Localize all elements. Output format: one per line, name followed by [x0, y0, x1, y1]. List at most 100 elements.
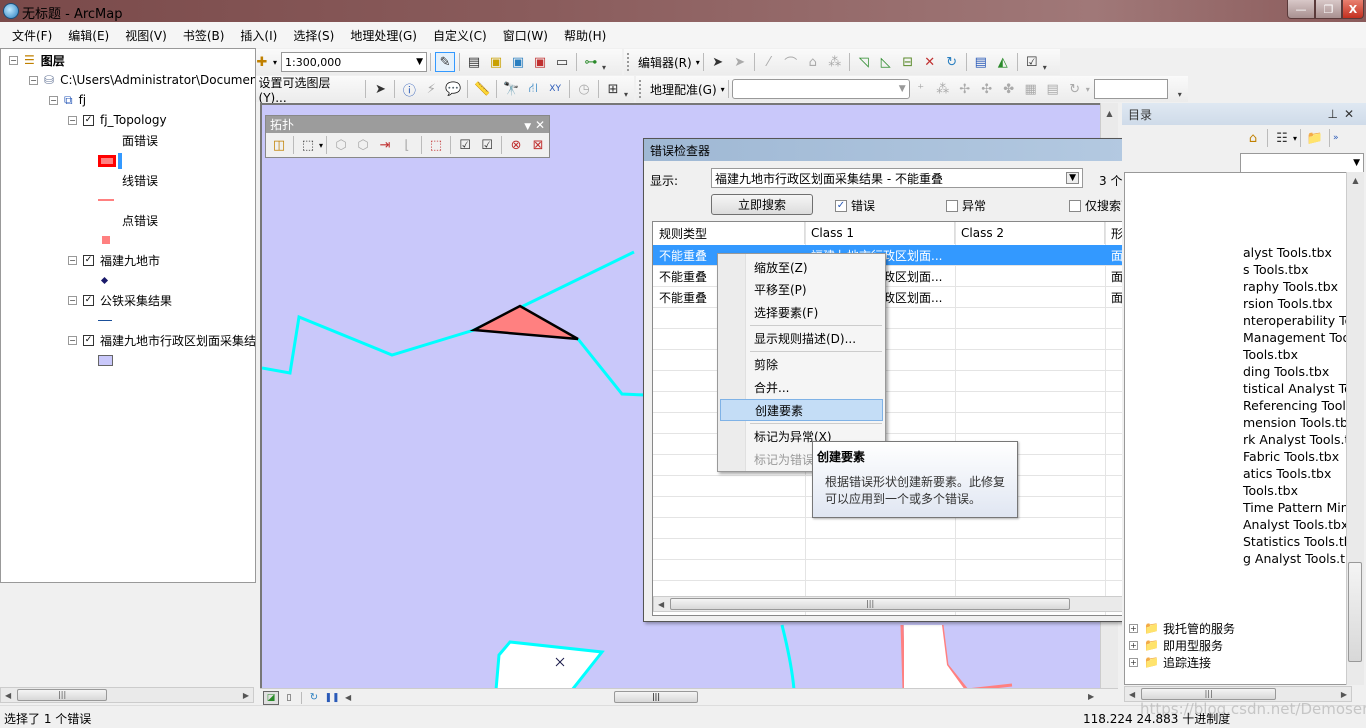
close-icon[interactable]: ✕ — [1344, 107, 1360, 121]
toolbox-item[interactable]: Tools.tbx — [1243, 347, 1298, 362]
search-now-button[interactable]: 立即搜索 — [711, 194, 813, 215]
link-table-icon[interactable]: ▤ — [1043, 79, 1063, 99]
toolbar-grip[interactable] — [627, 53, 631, 71]
model-builder-icon[interactable]: ⊶ — [581, 52, 601, 72]
reshape-feature-icon[interactable]: ◺ — [876, 52, 896, 72]
catalog-folder-tracking[interactable]: + 📁 追踪连接 — [1129, 653, 1211, 671]
editor-dropdown-icon[interactable]: ▾ — [696, 58, 700, 67]
toolbox-item[interactable]: rk Analyst Tools.tbx — [1243, 432, 1351, 447]
pin-icon[interactable]: ⊥ — [1327, 107, 1343, 121]
maximize-button[interactable]: ❐ — [1315, 0, 1342, 19]
map-scrollbar-thumb[interactable]: ||| — [614, 691, 698, 703]
collapse-icon[interactable]: − — [68, 335, 77, 345]
georeferencing-dropdown-icon[interactable]: ▾ — [721, 85, 725, 94]
layer-visibility-checkbox[interactable]: ✓ — [83, 294, 94, 306]
align-edge-icon[interactable]: ⇥ — [375, 135, 395, 155]
layer-visibility-checkbox[interactable]: ✓ — [83, 334, 94, 346]
sketch-properties-icon[interactable]: ◭ — [993, 52, 1013, 72]
rotate-icon[interactable]: ↻ — [1065, 79, 1085, 99]
toolbar-options-icon[interactable]: ▾ — [1178, 79, 1188, 99]
table-of-contents-icon[interactable]: ▤ — [464, 52, 484, 72]
layer-visibility-checkbox[interactable]: ✓ — [83, 114, 94, 126]
rotate-tool-icon[interactable]: ↻ — [942, 52, 962, 72]
scroll-left-icon[interactable]: ◀ — [5, 691, 11, 700]
point-tool-icon[interactable]: ⁂ — [825, 52, 845, 72]
menu-selection[interactable]: 选择(S) — [287, 27, 340, 44]
select-elements-icon[interactable]: ➤ — [370, 79, 390, 99]
menu-file[interactable]: 文件(F) — [6, 27, 58, 44]
scrollbar-thumb[interactable]: ||| — [670, 598, 1071, 610]
catalog-home-icon[interactable]: ⌂ — [1243, 128, 1263, 148]
layer-topology[interactable]: − ✓ fj_Topology — [68, 111, 167, 129]
hyperlink-icon[interactable]: ⚡ — [421, 79, 441, 99]
georeferencing-input[interactable] — [1093, 79, 1168, 99]
attributes-icon[interactable]: ▤ — [971, 52, 991, 72]
rotate-dropdown-icon[interactable]: ▾ — [1086, 85, 1090, 94]
toolbar-options-icon[interactable]: ▾ — [624, 79, 634, 99]
column-header-class2[interactable]: Class 2 — [955, 222, 1105, 244]
georeferencing-layer-combo[interactable]: ▼ — [731, 79, 910, 99]
view-dropdown-icon[interactable]: ▾ — [1293, 134, 1297, 143]
reshape-edge-icon[interactable]: ⬡ — [353, 135, 373, 155]
refresh-icon[interactable]: ↻ — [306, 691, 322, 705]
toolbox-item[interactable]: ding Tools.tbx — [1243, 364, 1329, 379]
scroll-left-icon[interactable]: ◀ — [1129, 690, 1135, 699]
identify-icon[interactable]: ⓘ — [399, 79, 419, 99]
scroll-right-icon[interactable]: ▶ — [1088, 692, 1094, 701]
expand-icon[interactable]: + — [1129, 657, 1138, 667]
edit-vertices-icon[interactable]: ◹ — [854, 52, 874, 72]
pause-drawing-icon[interactable]: ❚❚ — [324, 691, 340, 705]
dataset-node[interactable]: − ⧉ fj — [49, 91, 86, 109]
scroll-right-icon[interactable]: ▶ — [1341, 690, 1347, 699]
show-shared-features-icon[interactable]: ⬚ — [426, 135, 446, 155]
select-topology-icon[interactable]: ◫ — [269, 135, 289, 155]
topology-edit-dropdown-icon[interactable]: ▾ — [319, 141, 323, 150]
layers-root[interactable]: − ☰ 图层 — [9, 51, 65, 69]
toolbox-item[interactable]: rsion Tools.tbx — [1243, 296, 1333, 311]
add-data-dropdown-icon[interactable]: ▾ — [273, 58, 277, 67]
scrollbar-thumb[interactable] — [1348, 562, 1362, 662]
menu-insert[interactable]: 插入(I) — [234, 27, 283, 44]
menu-windows[interactable]: 窗口(W) — [497, 27, 554, 44]
toolbox-item[interactable]: tistical Analyst To — [1243, 381, 1351, 396]
fix-topology-error-icon[interactable]: ⊗ — [506, 135, 526, 155]
rotate-raster-icon[interactable]: ✢ — [955, 79, 975, 99]
toolbox-item[interactable]: Time Pattern Mini — [1243, 500, 1351, 515]
menu-item-subtract[interactable]: 剪除 — [720, 353, 883, 375]
validate-topology-visible-icon[interactable]: ☑ — [477, 135, 497, 155]
toolbar-options-icon[interactable]: ▾ — [602, 52, 612, 72]
catalog-view-icon[interactable]: ☷ — [1272, 128, 1292, 148]
menu-bookmarks[interactable]: 书签(B) — [177, 27, 231, 44]
end-point-arc-icon[interactable]: ⌒ — [781, 52, 801, 72]
toolbar-dropdown-icon[interactable]: ▼ — [524, 122, 531, 132]
menu-item-show-rule-description[interactable]: 显示规则描述(D)... — [720, 327, 883, 349]
more-tools-icon[interactable]: » — [1333, 133, 1339, 143]
modify-edge-icon[interactable]: ⬡ — [331, 135, 351, 155]
toolbox-item[interactable]: s Tools.tbx — [1243, 262, 1309, 277]
scroll-up-icon[interactable]: ▲ — [1347, 172, 1364, 185]
edit-annotation-icon[interactable]: ➤ — [730, 52, 750, 72]
cut-polygons-icon[interactable]: ⊟ — [898, 52, 918, 72]
viewer-icon[interactable]: ▦ — [1021, 79, 1041, 99]
close-icon[interactable]: ✕ — [535, 118, 545, 132]
toc-horizontal-scrollbar[interactable]: ◀ ||| ▶ — [0, 687, 254, 703]
html-popup-icon[interactable]: 💬 — [443, 79, 463, 99]
toolbox-item[interactable]: Statistics Tools.tbx — [1243, 534, 1351, 549]
expand-icon[interactable]: + — [1129, 640, 1138, 650]
toolbox-item[interactable]: Analyst Tools.tbx — [1243, 517, 1348, 532]
scroll-left-icon[interactable]: ◀ — [658, 600, 664, 609]
collapse-icon[interactable]: − — [68, 255, 77, 265]
close-button[interactable]: X — [1342, 0, 1364, 19]
minimize-button[interactable]: — — [1287, 0, 1315, 19]
layer-visibility-checkbox[interactable]: ✓ — [83, 254, 94, 266]
layout-view-icon[interactable]: ▯ — [281, 691, 297, 705]
auto-registration-icon[interactable]: ⁂ — [933, 79, 953, 99]
topology-toolbar-header[interactable]: 拓扑 ▼ ✕ — [266, 116, 549, 133]
toolbox-item[interactable]: Management Tools — [1243, 330, 1351, 345]
trace-icon[interactable]: ⌂ — [803, 52, 823, 72]
menu-geoprocessing[interactable]: 地理处理(G) — [344, 27, 423, 44]
collapse-icon[interactable]: − — [68, 295, 77, 305]
collapse-icon[interactable]: − — [29, 75, 38, 85]
edit-tool-icon[interactable]: ➤ — [708, 52, 728, 72]
toolbar-grip[interactable] — [639, 80, 643, 98]
